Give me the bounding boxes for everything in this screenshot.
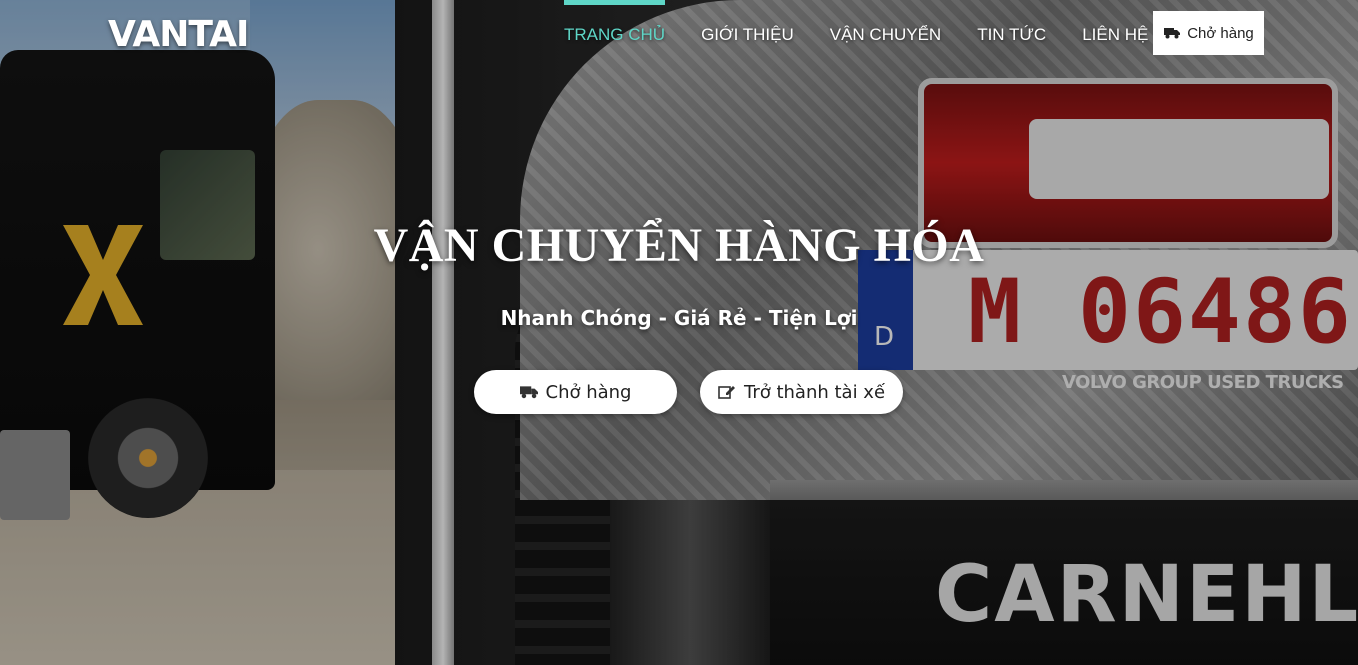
nav-item-news[interactable]: TIN TỨC <box>959 0 1064 70</box>
nav-ship-button[interactable]: Chở hàng <box>1153 11 1264 55</box>
truck-icon <box>519 385 538 399</box>
truck-icon <box>1163 26 1181 40</box>
nav-ship-label: Chở hàng <box>1187 24 1254 42</box>
nav-item-home[interactable]: TRANG CHỦ <box>546 0 683 70</box>
nav-item-label: TIN TỨC <box>977 25 1047 44</box>
nav-item-label: GIỚI THIỆU <box>701 25 794 44</box>
main-nav: TRANG CHỦ GIỚI THIỆU VẬN CHUYỂN TIN TỨC … <box>546 0 1166 70</box>
nav-item-shipping[interactable]: VẬN CHUYỂN <box>812 0 959 70</box>
ship-button[interactable]: Chở hàng <box>474 370 677 414</box>
edit-icon <box>718 385 736 399</box>
site-logo[interactable]: VANTAI <box>108 14 249 55</box>
become-driver-label: Trở thành tài xế <box>743 381 886 403</box>
nav-item-contact[interactable]: LIÊN HỆ <box>1064 0 1166 70</box>
hero-overlay <box>0 0 1358 665</box>
hero-title: VẬN CHUYỂN HÀNG HÓA <box>373 219 985 272</box>
hero-subtitle: Nhanh Chóng - Giá Rẻ - Tiện Lợi <box>500 306 858 330</box>
ship-button-label: Chở hàng <box>545 381 632 403</box>
nav-item-label: TRANG CHỦ <box>564 25 666 44</box>
nav-item-about[interactable]: GIỚI THIỆU <box>683 0 812 70</box>
nav-item-label: LIÊN HỆ <box>1082 25 1149 44</box>
become-driver-button[interactable]: Trở thành tài xế <box>700 370 903 414</box>
nav-item-label: VẬN CHUYỂN <box>829 25 942 44</box>
